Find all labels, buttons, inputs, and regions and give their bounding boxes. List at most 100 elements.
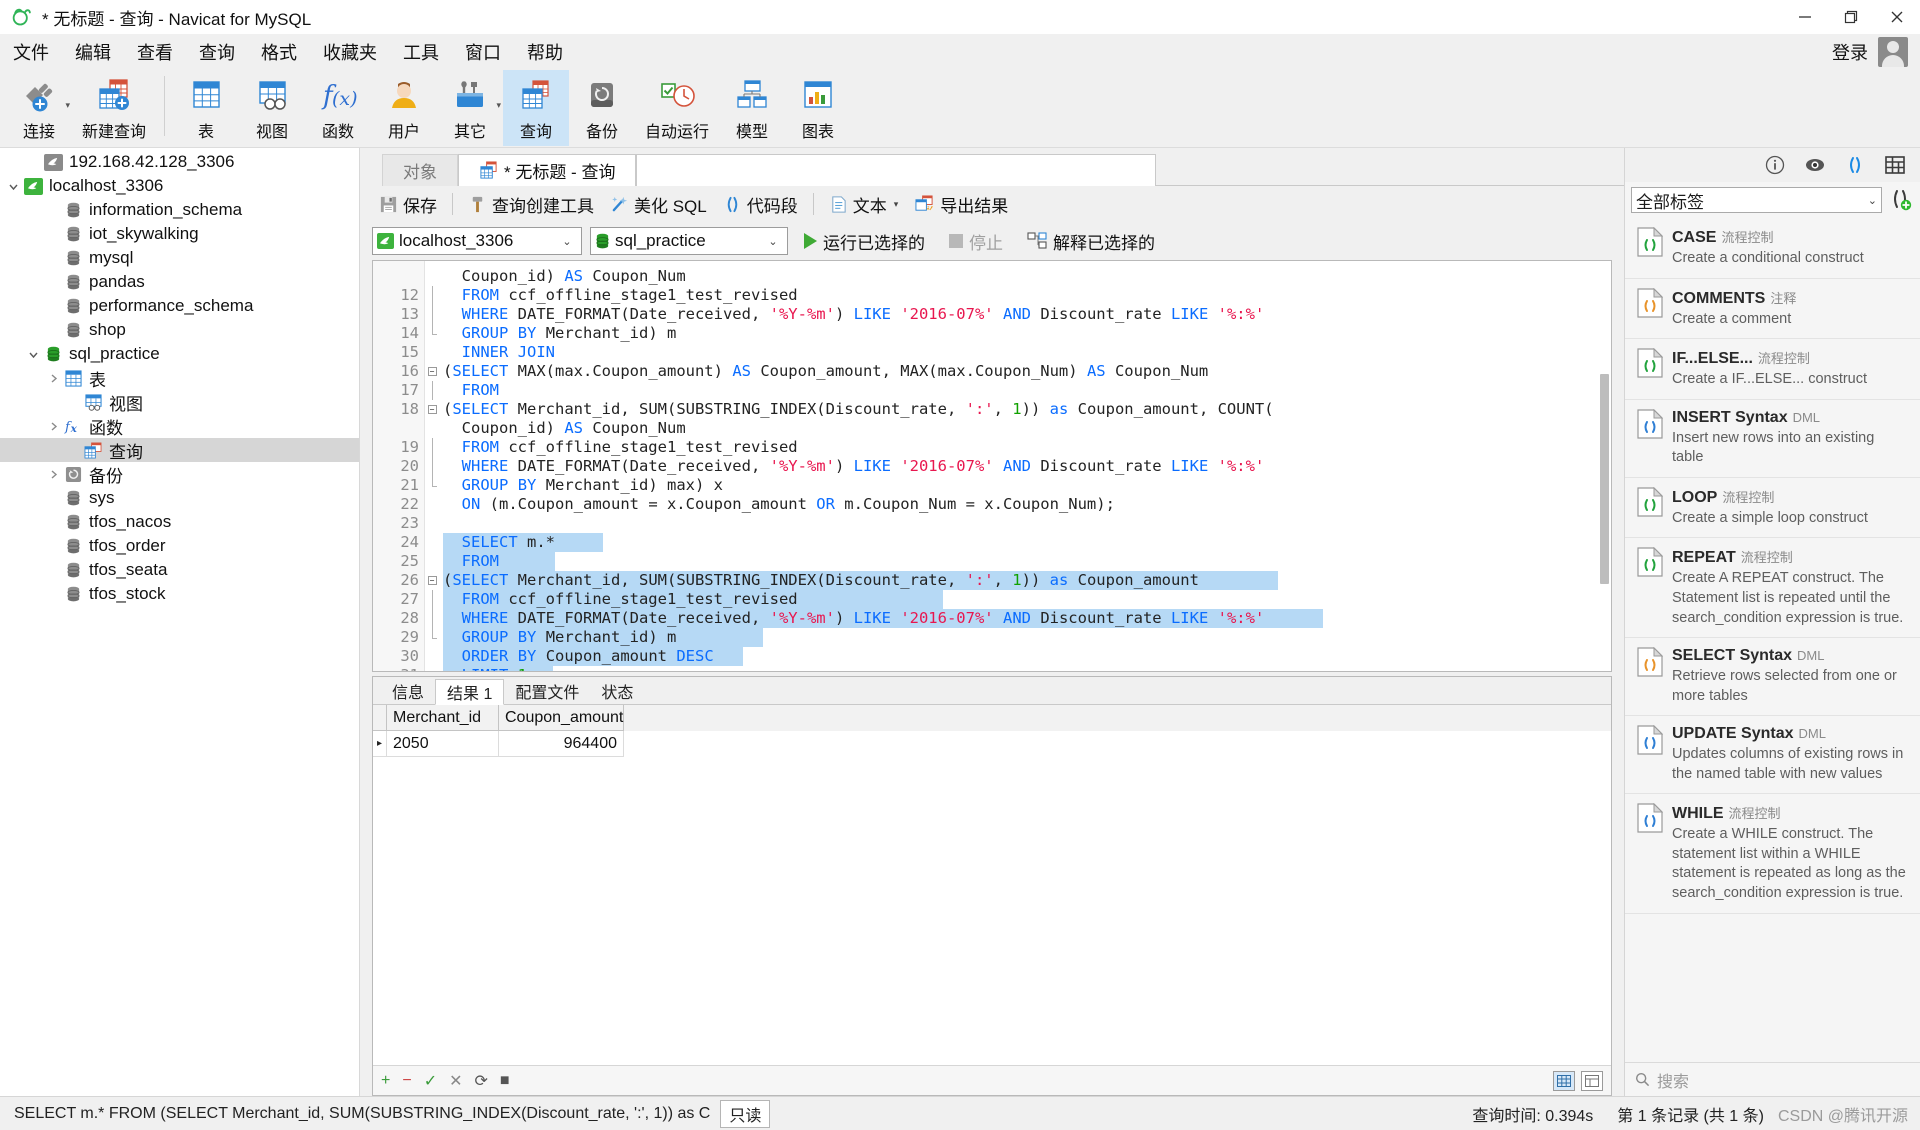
tree-node-mysql[interactable]: mysql bbox=[0, 246, 359, 270]
menu-query[interactable]: 查询 bbox=[186, 35, 248, 69]
result-tab-3[interactable]: 状态 bbox=[590, 678, 644, 704]
snippet-item[interactable]: REPEAT 流程控制 Create A REPEAT construct. The… bbox=[1625, 538, 1920, 639]
tree-node-shop[interactable]: shop bbox=[0, 318, 359, 342]
code-line[interactable]: GROUP BY Merchant_id) m bbox=[439, 324, 1611, 343]
code-line[interactable]: (SELECT Merchant_id, SUM(SUBSTRING_INDEX… bbox=[439, 400, 1611, 419]
menu-tools[interactable]: 工具 bbox=[390, 35, 452, 69]
snippet-item[interactable]: INSERT Syntax DML Insert new rows into an … bbox=[1625, 400, 1920, 478]
tab-untitled-query[interactable]: * 无标题 - 查询 bbox=[458, 154, 637, 186]
code-line[interactable]: FROM bbox=[439, 552, 1611, 571]
query-builder-button[interactable]: 查询创建工具 bbox=[461, 190, 601, 218]
toolbar-automation[interactable]: 自动运行 bbox=[635, 70, 719, 146]
apply-button[interactable]: ✓ bbox=[424, 1071, 437, 1091]
toolbar-other[interactable]: 其它 ▾ bbox=[437, 70, 503, 146]
code-folding-column[interactable]: − − − bbox=[425, 261, 439, 671]
code-line[interactable]: Coupon_id) AS Coupon_Num bbox=[439, 419, 1611, 438]
code-line[interactable]: WHERE DATE_FORMAT(Date_received, '%Y-%m'… bbox=[439, 609, 1611, 628]
code-line[interactable]: GROUP BY Merchant_id) max) x bbox=[439, 476, 1611, 495]
snippet-list[interactable]: CASE 流程控制 Create a conditional construct CO… bbox=[1625, 218, 1920, 1062]
menu-help[interactable]: 帮助 bbox=[514, 35, 576, 69]
grid-icon[interactable] bbox=[1884, 154, 1906, 176]
chevron-down-icon[interactable]: ⌄ bbox=[555, 235, 579, 248]
result-tab-2[interactable]: 配置文件 bbox=[504, 678, 590, 704]
menu-view[interactable]: 查看 bbox=[124, 35, 186, 69]
tree-node-192-168-42-128_3306[interactable]: 192.168.42.128_3306 bbox=[0, 150, 359, 174]
code-line[interactable]: SELECT m.* bbox=[439, 533, 1611, 552]
toolbar-table[interactable]: 表 bbox=[173, 70, 239, 146]
cancel-button[interactable]: ✕ bbox=[449, 1071, 462, 1091]
table-cell[interactable]: 2050 bbox=[387, 731, 499, 757]
code-snippet-icon[interactable] bbox=[1844, 154, 1866, 176]
code-line[interactable]: WHERE DATE_FORMAT(Date_received, '%Y-%m'… bbox=[439, 305, 1611, 324]
toolbar-chart[interactable]: 图表 bbox=[785, 70, 851, 146]
tree-node-tfos_seata[interactable]: tfos_seata bbox=[0, 558, 359, 582]
menu-format[interactable]: 格式 bbox=[248, 35, 310, 69]
snippet-item[interactable]: COMMENTS 注释 Create a comment bbox=[1625, 279, 1920, 340]
export-result-button[interactable]: 导出结果 bbox=[907, 190, 1015, 218]
collapse-arrow-icon[interactable] bbox=[24, 349, 42, 360]
code-line[interactable]: (SELECT MAX(max.Coupon_amount) AS Coupon… bbox=[439, 362, 1611, 381]
minimize-button[interactable] bbox=[1782, 0, 1828, 34]
column-header-Merchant_id[interactable]: Merchant_id bbox=[387, 705, 499, 731]
code-line[interactable]: Coupon_id) AS Coupon_Num bbox=[439, 267, 1611, 286]
connection-selector[interactable]: localhost_3306 ⌄ bbox=[372, 227, 582, 255]
toolbar-connection[interactable]: 连接 ▾ bbox=[6, 70, 72, 146]
toolbar-model[interactable]: 模型 bbox=[719, 70, 785, 146]
expand-arrow-icon[interactable] bbox=[44, 421, 62, 432]
editor-scrollbar-thumb[interactable] bbox=[1600, 374, 1609, 584]
database-selector[interactable]: sql_practice ⌄ bbox=[590, 227, 788, 255]
form-view-button[interactable] bbox=[1581, 1070, 1603, 1091]
chevron-down-icon[interactable]: ⌄ bbox=[1868, 194, 1877, 207]
beautify-sql-button[interactable]: 美化 SQL bbox=[603, 190, 714, 218]
code-line[interactable]: FROM ccf_offline_stage1_test_revised bbox=[439, 590, 1611, 609]
fold-marker[interactable]: − bbox=[425, 571, 439, 590]
menu-favorites[interactable]: 收藏夹 bbox=[310, 35, 390, 69]
menu-edit[interactable]: 编辑 bbox=[62, 35, 124, 69]
tree-node-tfos_stock[interactable]: tfos_stock bbox=[0, 582, 359, 606]
toolbar-query[interactable]: 查询 bbox=[503, 70, 569, 146]
tree-node--[interactable]: 视图 bbox=[0, 390, 359, 414]
tree-node-pandas[interactable]: pandas bbox=[0, 270, 359, 294]
menu-window[interactable]: 窗口 bbox=[452, 35, 514, 69]
eye-icon[interactable] bbox=[1804, 154, 1826, 176]
toolbar-function[interactable]: f (x) 函数 bbox=[305, 70, 371, 146]
avatar[interactable] bbox=[1878, 37, 1908, 67]
result-tab-0[interactable]: 信息 bbox=[381, 678, 435, 704]
explain-selected-button[interactable]: 解释已选择的 bbox=[1019, 227, 1163, 255]
menu-file[interactable]: 文件 bbox=[0, 35, 62, 69]
stop-button[interactable]: ■ bbox=[500, 1072, 510, 1090]
tree-node--[interactable]: 查询 bbox=[0, 438, 359, 462]
chevron-down-icon[interactable]: ⌄ bbox=[761, 235, 785, 248]
result-grid[interactable]: Merchant_id Coupon_amount ▸ 2050 964400 bbox=[373, 705, 1611, 1065]
toolbar-view[interactable]: 视图 bbox=[239, 70, 305, 146]
result-tab-1[interactable]: 结果 1 bbox=[435, 679, 505, 705]
code-line[interactable]: INNER JOIN bbox=[439, 343, 1611, 362]
chevron-down-icon[interactable]: ▾ bbox=[65, 100, 70, 111]
snippet-item[interactable]: CASE 流程控制 Create a conditional construct bbox=[1625, 218, 1920, 279]
object-tree[interactable]: 192.168.42.128_3306 localhost_3306 informa… bbox=[0, 148, 359, 1096]
snippet-item[interactable]: WHILE 流程控制 Create a WHILE construct. The s… bbox=[1625, 794, 1920, 914]
chevron-down-icon[interactable]: ▾ bbox=[496, 100, 501, 111]
run-selected-button[interactable]: 运行已选择的 bbox=[796, 227, 933, 255]
tree-node--[interactable]: 表 bbox=[0, 366, 359, 390]
code-snippet-button[interactable]: 代码段 bbox=[716, 190, 805, 218]
tree-node-tfos_order[interactable]: tfos_order bbox=[0, 534, 359, 558]
table-row[interactable]: ▸ 2050 964400 bbox=[373, 731, 1611, 757]
result-tab-bar[interactable]: 信息 结果 1 配置文件 状态 bbox=[373, 677, 1611, 705]
expand-arrow-icon[interactable] bbox=[44, 373, 62, 384]
toolbar-user[interactable]: 用户 bbox=[371, 70, 437, 146]
code-line[interactable]: ORDER BY Coupon_amount DESC bbox=[439, 647, 1611, 666]
tree-node-localhost_3306[interactable]: localhost_3306 bbox=[0, 174, 359, 198]
close-button[interactable] bbox=[1874, 0, 1920, 34]
snippet-item[interactable]: SELECT Syntax DML Retrieve rows selected f… bbox=[1625, 638, 1920, 717]
tree-node-iot_skywalking[interactable]: iot_skywalking bbox=[0, 222, 359, 246]
snippet-item[interactable]: UPDATE Syntax DML Updates columns of exist… bbox=[1625, 716, 1920, 795]
tag-filter-select[interactable]: 全部标签 ⌄ bbox=[1631, 187, 1882, 213]
snippet-search-row[interactable]: 搜索 bbox=[1625, 1062, 1920, 1096]
login-label[interactable]: 登录 bbox=[1832, 39, 1868, 65]
chevron-down-icon[interactable]: ▾ bbox=[894, 199, 899, 210]
table-cell[interactable]: 964400 bbox=[499, 731, 624, 757]
editor-scrollbar[interactable] bbox=[1599, 262, 1610, 670]
snippet-item[interactable]: LOOP 流程控制 Create a simple loop construct bbox=[1625, 478, 1920, 539]
expand-arrow-icon[interactable] bbox=[44, 469, 62, 480]
